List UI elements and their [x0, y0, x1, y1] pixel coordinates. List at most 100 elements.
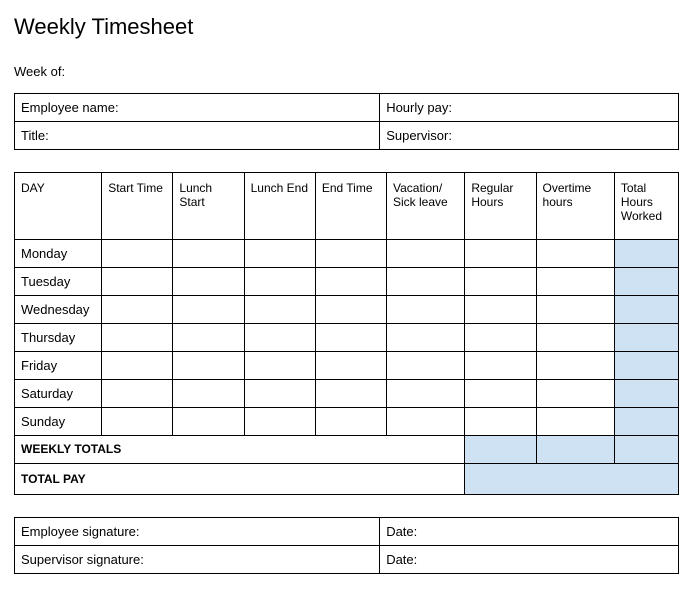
weekly-total-overtime [536, 436, 614, 464]
week-of-label: Week of: [14, 64, 679, 79]
cell-lunch-end[interactable] [244, 296, 315, 324]
cell-total-hours [614, 296, 678, 324]
header-lunch-end: Lunch End [244, 173, 315, 240]
cell-lunch-start[interactable] [173, 408, 244, 436]
cell-regular-hours[interactable] [465, 296, 536, 324]
header-vacation-sick: Vacation/ Sick leave [387, 173, 465, 240]
cell-overtime-hours[interactable] [536, 296, 614, 324]
cell-lunch-end[interactable] [244, 408, 315, 436]
total-pay-label: TOTAL PAY [15, 464, 465, 495]
cell-overtime-hours[interactable] [536, 268, 614, 296]
employee-name-cell[interactable]: Employee name: [15, 94, 380, 122]
row-sunday: Sunday [15, 408, 679, 436]
header-lunch-start: Lunch Start [173, 173, 244, 240]
timesheet-table: DAY Start Time Lunch Start Lunch End End… [14, 172, 679, 495]
cell-start-time[interactable] [102, 240, 173, 268]
header-day: DAY [15, 173, 102, 240]
table-row: Title: Supervisor: [15, 122, 679, 150]
cell-regular-hours[interactable] [465, 240, 536, 268]
header-start-time: Start Time [102, 173, 173, 240]
cell-lunch-start[interactable] [173, 324, 244, 352]
cell-end-time[interactable] [315, 268, 386, 296]
cell-end-time[interactable] [315, 352, 386, 380]
cell-total-hours [614, 268, 678, 296]
supervisor-signature-cell[interactable]: Supervisor signature: [15, 546, 380, 574]
header-total-hours: Total Hours Worked [614, 173, 678, 240]
row-total-pay: TOTAL PAY [15, 464, 679, 495]
cell-lunch-end[interactable] [244, 352, 315, 380]
cell-lunch-end[interactable] [244, 324, 315, 352]
header-end-time: End Time [315, 173, 386, 240]
cell-start-time[interactable] [102, 296, 173, 324]
cell-vacation-sick[interactable] [387, 296, 465, 324]
employee-info-table: Employee name: Hourly pay: Title: Superv… [14, 93, 679, 150]
cell-lunch-end[interactable] [244, 240, 315, 268]
header-row: DAY Start Time Lunch Start Lunch End End… [15, 173, 679, 240]
row-wednesday: Wednesday [15, 296, 679, 324]
supervisor-sig-date-cell[interactable]: Date: [380, 546, 679, 574]
cell-regular-hours[interactable] [465, 380, 536, 408]
page-title: Weekly Timesheet [14, 14, 679, 40]
cell-overtime-hours[interactable] [536, 408, 614, 436]
cell-overtime-hours[interactable] [536, 324, 614, 352]
cell-regular-hours[interactable] [465, 408, 536, 436]
day-label: Sunday [15, 408, 102, 436]
cell-lunch-end[interactable] [244, 268, 315, 296]
cell-lunch-end[interactable] [244, 380, 315, 408]
day-label: Monday [15, 240, 102, 268]
table-row: Employee name: Hourly pay: [15, 94, 679, 122]
cell-lunch-start[interactable] [173, 240, 244, 268]
hourly-pay-cell[interactable]: Hourly pay: [380, 94, 679, 122]
cell-vacation-sick[interactable] [387, 380, 465, 408]
cell-total-hours [614, 240, 678, 268]
cell-lunch-start[interactable] [173, 380, 244, 408]
day-label: Tuesday [15, 268, 102, 296]
weekly-total-hours [614, 436, 678, 464]
cell-overtime-hours[interactable] [536, 352, 614, 380]
weekly-totals-label: WEEKLY TOTALS [15, 436, 465, 464]
cell-start-time[interactable] [102, 268, 173, 296]
cell-start-time[interactable] [102, 380, 173, 408]
day-label: Thursday [15, 324, 102, 352]
cell-end-time[interactable] [315, 380, 386, 408]
cell-vacation-sick[interactable] [387, 268, 465, 296]
title-cell[interactable]: Title: [15, 122, 380, 150]
cell-vacation-sick[interactable] [387, 352, 465, 380]
row-thursday: Thursday [15, 324, 679, 352]
cell-total-hours [614, 408, 678, 436]
supervisor-cell[interactable]: Supervisor: [380, 122, 679, 150]
cell-start-time[interactable] [102, 324, 173, 352]
weekly-total-regular [465, 436, 536, 464]
cell-vacation-sick[interactable] [387, 408, 465, 436]
employee-sig-date-cell[interactable]: Date: [380, 518, 679, 546]
cell-end-time[interactable] [315, 296, 386, 324]
cell-end-time[interactable] [315, 324, 386, 352]
row-weekly-totals: WEEKLY TOTALS [15, 436, 679, 464]
cell-vacation-sick[interactable] [387, 240, 465, 268]
header-regular-hours: Regular Hours [465, 173, 536, 240]
day-label: Wednesday [15, 296, 102, 324]
header-overtime-hours: Overtime hours [536, 173, 614, 240]
cell-vacation-sick[interactable] [387, 324, 465, 352]
cell-regular-hours[interactable] [465, 352, 536, 380]
employee-signature-cell[interactable]: Employee signature: [15, 518, 380, 546]
signature-table: Employee signature: Date: Supervisor sig… [14, 517, 679, 574]
row-saturday: Saturday [15, 380, 679, 408]
row-friday: Friday [15, 352, 679, 380]
cell-overtime-hours[interactable] [536, 240, 614, 268]
cell-start-time[interactable] [102, 408, 173, 436]
cell-lunch-start[interactable] [173, 352, 244, 380]
total-pay-value [465, 464, 679, 495]
cell-end-time[interactable] [315, 240, 386, 268]
cell-regular-hours[interactable] [465, 324, 536, 352]
cell-end-time[interactable] [315, 408, 386, 436]
cell-lunch-start[interactable] [173, 296, 244, 324]
cell-lunch-start[interactable] [173, 268, 244, 296]
cell-overtime-hours[interactable] [536, 380, 614, 408]
day-label: Friday [15, 352, 102, 380]
cell-start-time[interactable] [102, 352, 173, 380]
cell-total-hours [614, 352, 678, 380]
day-label: Saturday [15, 380, 102, 408]
cell-regular-hours[interactable] [465, 268, 536, 296]
table-row: Supervisor signature: Date: [15, 546, 679, 574]
